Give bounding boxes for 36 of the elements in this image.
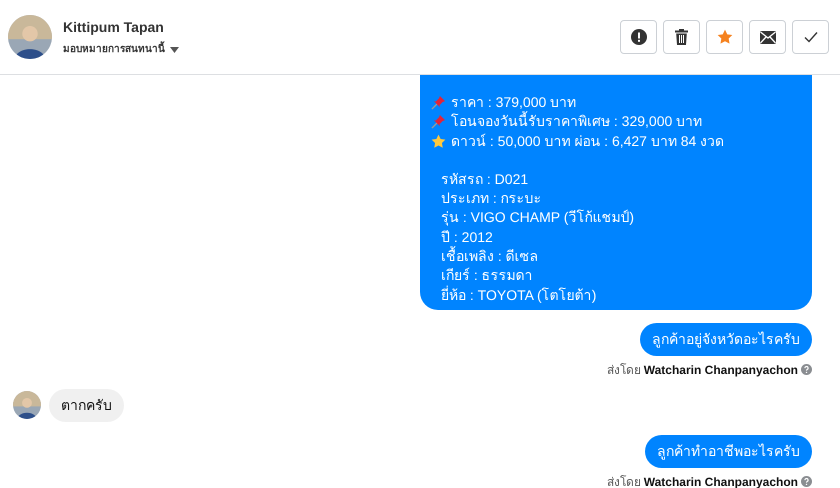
pushpin-icon bbox=[431, 95, 446, 110]
assign-conversation-dropdown[interactable]: มอบหมายการสนทนานี้ bbox=[63, 42, 179, 57]
sent-by-label: ส่งโดย bbox=[606, 474, 641, 488]
avatar bbox=[13, 391, 41, 420]
message-line: รหัสรถ : D021 bbox=[441, 170, 528, 187]
message-line: เชื้อเพลิง : ดีเซล bbox=[441, 248, 539, 264]
message-bubble: ลูกค้าทำอาชีพอะไรครับ bbox=[645, 434, 812, 468]
contact-name: Kittipum Tapan bbox=[63, 18, 165, 37]
message-line: ปี : 2012 bbox=[441, 228, 493, 245]
sender-name: Watcharin Chanpanyachon bbox=[644, 362, 798, 379]
alert-button[interactable] bbox=[620, 20, 657, 54]
mail-button[interactable] bbox=[749, 20, 786, 54]
message-line: เกียร์ : ธรรมดา bbox=[441, 267, 533, 284]
checkmark-icon bbox=[804, 31, 818, 43]
sent-by-label: ส่งโดย bbox=[606, 362, 641, 379]
message-line: ราคา : 379,000 บาท bbox=[451, 93, 576, 111]
star-icon bbox=[431, 134, 446, 149]
message-line: ดาวน์ : 50,000 บาท ผ่อน : 6,427 บาท 84 งวด bbox=[451, 132, 724, 151]
envelope-icon bbox=[760, 30, 776, 44]
star-icon bbox=[716, 29, 732, 45]
pushpin-icon bbox=[431, 114, 446, 130]
message-line: โอนจองวันนี้รับราคาพิเศษ : 329,000 บาท bbox=[451, 112, 702, 132]
message-line: รุ่น : VIGO CHAMP (วีโก้แชมป์) bbox=[441, 209, 634, 226]
message-bubble: ตากครับ bbox=[49, 388, 124, 422]
help-icon bbox=[801, 364, 812, 376]
alert-icon bbox=[630, 29, 646, 45]
trash-icon bbox=[675, 29, 688, 45]
caret-down-icon bbox=[170, 46, 179, 52]
message-line: ประเภท : กระบะ bbox=[441, 190, 542, 206]
trash-button[interactable] bbox=[663, 20, 700, 54]
star-button[interactable] bbox=[706, 20, 743, 54]
check-button[interactable] bbox=[792, 20, 829, 54]
sender-name: Watcharin Chanpanyachon bbox=[644, 474, 798, 488]
message-bubble: ลูกค้าอยู่จังหวัดอะไรครับ bbox=[640, 322, 812, 356]
message-line: ยี่ห้อ : TOYOTA (โตโยต้า) bbox=[441, 286, 596, 303]
avatar bbox=[8, 15, 52, 59]
